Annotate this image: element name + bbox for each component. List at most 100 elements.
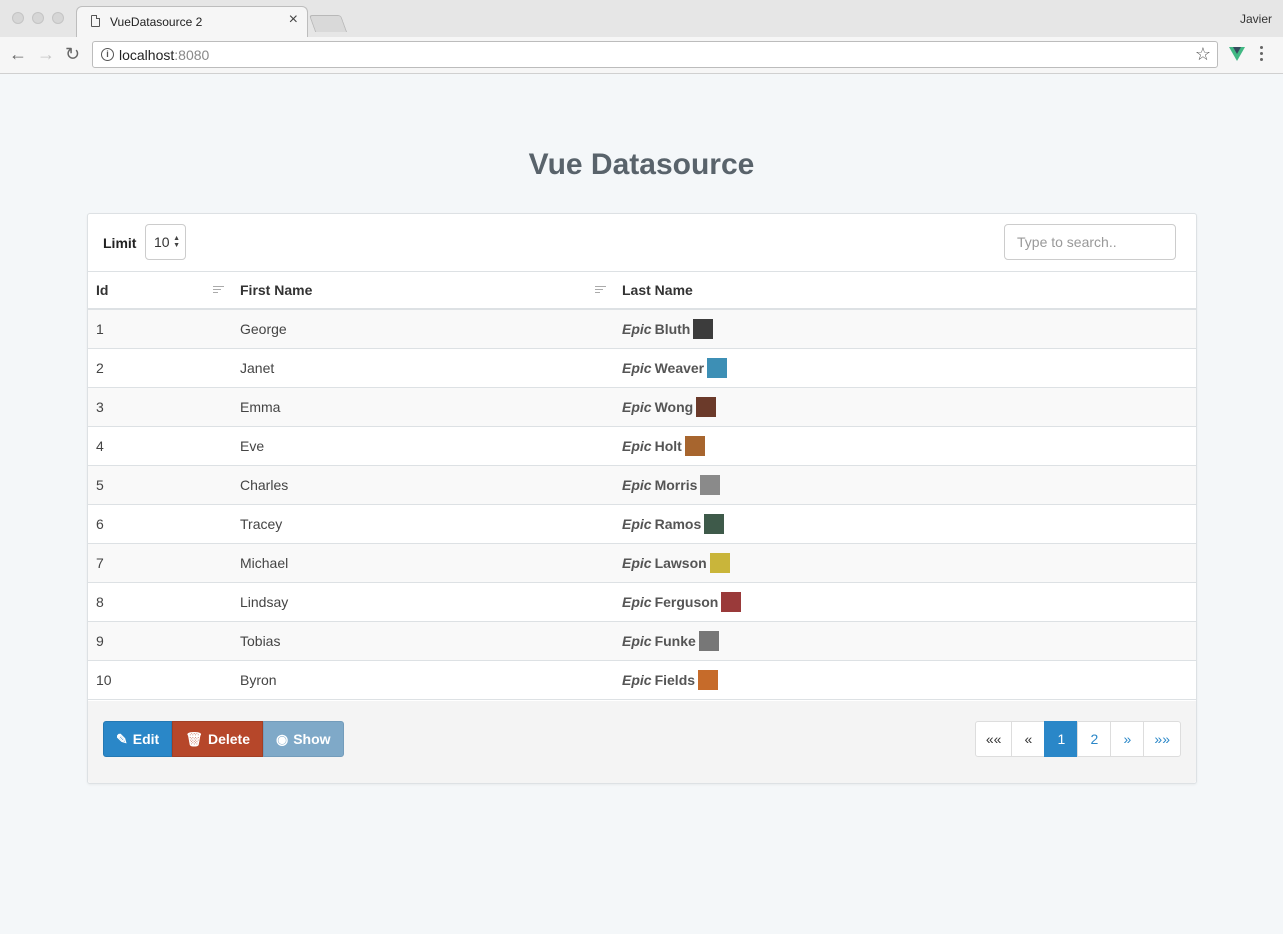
table-row[interactable]: 6 Tracey Epic Ramos <box>88 504 1196 544</box>
url-host: localhost <box>119 47 175 63</box>
page-title: Vue Datasource <box>528 148 755 181</box>
cell-id: 10 <box>88 660 232 700</box>
vue-devtools-icon[interactable] <box>1229 47 1245 61</box>
next-page-button[interactable]: » <box>1110 721 1145 757</box>
delete-button-label: Delete <box>207 731 250 747</box>
show-button-label: Show <box>293 731 331 747</box>
table-row[interactable]: 4 Eve Epic Holt <box>88 426 1196 466</box>
previous-page-button[interactable]: « <box>1011 721 1046 757</box>
pagination: «« « 1 2 » »» <box>974 721 1181 757</box>
minimize-window-icon[interactable] <box>32 12 44 24</box>
tab-title: VueDatasource 2 <box>110 15 203 29</box>
last-name-text: Ferguson <box>654 593 719 610</box>
cell-first-name: Emma <box>232 387 614 427</box>
column-header-first-name[interactable]: First Name <box>232 271 614 310</box>
search-input[interactable] <box>1004 224 1176 260</box>
cell-last-name: Epic Weaver <box>614 348 1196 388</box>
column-header-id[interactable]: Id <box>88 271 232 310</box>
browser-tab[interactable]: VueDatasource 2 × <box>76 6 308 37</box>
cell-first-name: Lindsay <box>232 582 614 622</box>
table-row[interactable]: 2 Janet Epic Weaver <box>88 348 1196 388</box>
page-button-1[interactable]: 1 <box>1044 721 1079 757</box>
last-name-prefix: Epic <box>622 398 652 415</box>
cell-id: 2 <box>88 348 232 388</box>
table-row[interactable]: 10 Byron Epic Fields <box>88 660 1196 700</box>
column-header-last-name[interactable]: Last Name <box>614 271 1196 310</box>
last-page-button[interactable]: »» <box>1143 721 1181 757</box>
cell-first-name: Janet <box>232 348 614 388</box>
table-header-row: Id First Name Last Name <box>88 271 1196 310</box>
address-bar[interactable]: i localhost:8080 ☆ <box>92 41 1218 68</box>
cell-id: 6 <box>88 504 232 544</box>
cell-id: 3 <box>88 387 232 427</box>
back-arrow-icon[interactable]: ← <box>9 45 27 63</box>
new-tab-button[interactable] <box>308 15 348 32</box>
last-name-prefix: Epic <box>622 593 652 610</box>
forward-arrow-icon[interactable]: → <box>37 45 55 63</box>
cell-id: 8 <box>88 582 232 622</box>
delete-button[interactable]: 🗑 Delete <box>172 721 263 757</box>
cell-last-name: Epic Morris <box>614 465 1196 505</box>
avatar <box>707 357 728 378</box>
column-header-label: Id <box>96 281 109 298</box>
last-name-text: Holt <box>654 437 682 454</box>
menu-dots-icon[interactable] <box>1260 46 1264 64</box>
select-arrows-icon: ▲ ▼ <box>173 235 180 249</box>
avatar <box>709 552 730 573</box>
trash-icon: 🗑 <box>185 730 203 747</box>
table-row[interactable]: 3 Emma Epic Wong <box>88 387 1196 427</box>
cell-last-name: Epic Fields <box>614 660 1196 700</box>
close-window-icon[interactable] <box>12 12 24 24</box>
table-row[interactable]: 7 Michael Epic Lawson <box>88 543 1196 583</box>
table-row[interactable]: 9 Tobias Epic Funke <box>88 621 1196 661</box>
reload-icon[interactable]: ↻ <box>65 45 80 63</box>
column-header-label: First Name <box>240 281 313 298</box>
panel-header: Limit 10 ▲ ▼ <box>88 214 1196 272</box>
browser-tab-strip: VueDatasource 2 × Javier <box>0 0 1283 38</box>
url-port: :8080 <box>174 47 210 63</box>
cell-first-name: Michael <box>232 543 614 583</box>
last-name-prefix: Epic <box>622 476 652 493</box>
cell-first-name: Tracey <box>232 504 614 544</box>
last-name-text: Bluth <box>654 320 691 337</box>
cell-last-name: Epic Holt <box>614 426 1196 466</box>
cell-last-name: Epic Funke <box>614 621 1196 661</box>
avatar <box>704 513 725 534</box>
first-page-button[interactable]: «« <box>974 721 1013 757</box>
page-button-2[interactable]: 2 <box>1077 721 1112 757</box>
cell-id: 4 <box>88 426 232 466</box>
last-name-prefix: Epic <box>622 632 652 649</box>
cell-first-name: Charles <box>232 465 614 505</box>
cell-last-name: Epic Bluth <box>614 309 1196 349</box>
avatar <box>696 396 717 417</box>
avatar <box>698 669 719 690</box>
cell-last-name: Epic Lawson <box>614 543 1196 583</box>
last-name-prefix: Epic <box>622 671 652 688</box>
avatar <box>700 474 721 495</box>
close-tab-icon[interactable]: × <box>289 12 298 28</box>
cell-id: 7 <box>88 543 232 583</box>
column-header-label: Last Name <box>622 281 693 298</box>
eye-icon: ◉ <box>276 730 289 747</box>
table-row[interactable]: 5 Charles Epic Morris <box>88 465 1196 505</box>
edit-button-label: Edit <box>132 731 160 747</box>
last-name-prefix: Epic <box>622 437 652 454</box>
last-name-prefix: Epic <box>622 554 652 571</box>
edit-button[interactable]: ✎ Edit <box>103 721 173 757</box>
limit-select[interactable]: 10 ▲ ▼ <box>145 224 186 260</box>
sort-icon[interactable] <box>213 286 224 295</box>
info-icon[interactable]: i <box>101 48 114 61</box>
table-row[interactable]: 8 Lindsay Epic Ferguson <box>88 582 1196 622</box>
show-button[interactable]: ◉ Show <box>263 721 344 757</box>
cell-last-name: Epic Wong <box>614 387 1196 427</box>
last-name-text: Fields <box>654 671 696 688</box>
maximize-window-icon[interactable] <box>52 12 64 24</box>
last-name-prefix: Epic <box>622 320 652 337</box>
profile-name[interactable]: Javier <box>1240 12 1272 26</box>
panel-footer: ✎ Edit 🗑 Delete ◉ Show «« « 1 2 » »» <box>88 701 1196 783</box>
cell-first-name: Byron <box>232 660 614 700</box>
sort-icon[interactable] <box>595 286 606 295</box>
last-name-prefix: Epic <box>622 359 652 376</box>
table-row[interactable]: 1 George Epic Bluth <box>88 309 1196 349</box>
bookmark-star-icon[interactable]: ☆ <box>1195 44 1211 65</box>
